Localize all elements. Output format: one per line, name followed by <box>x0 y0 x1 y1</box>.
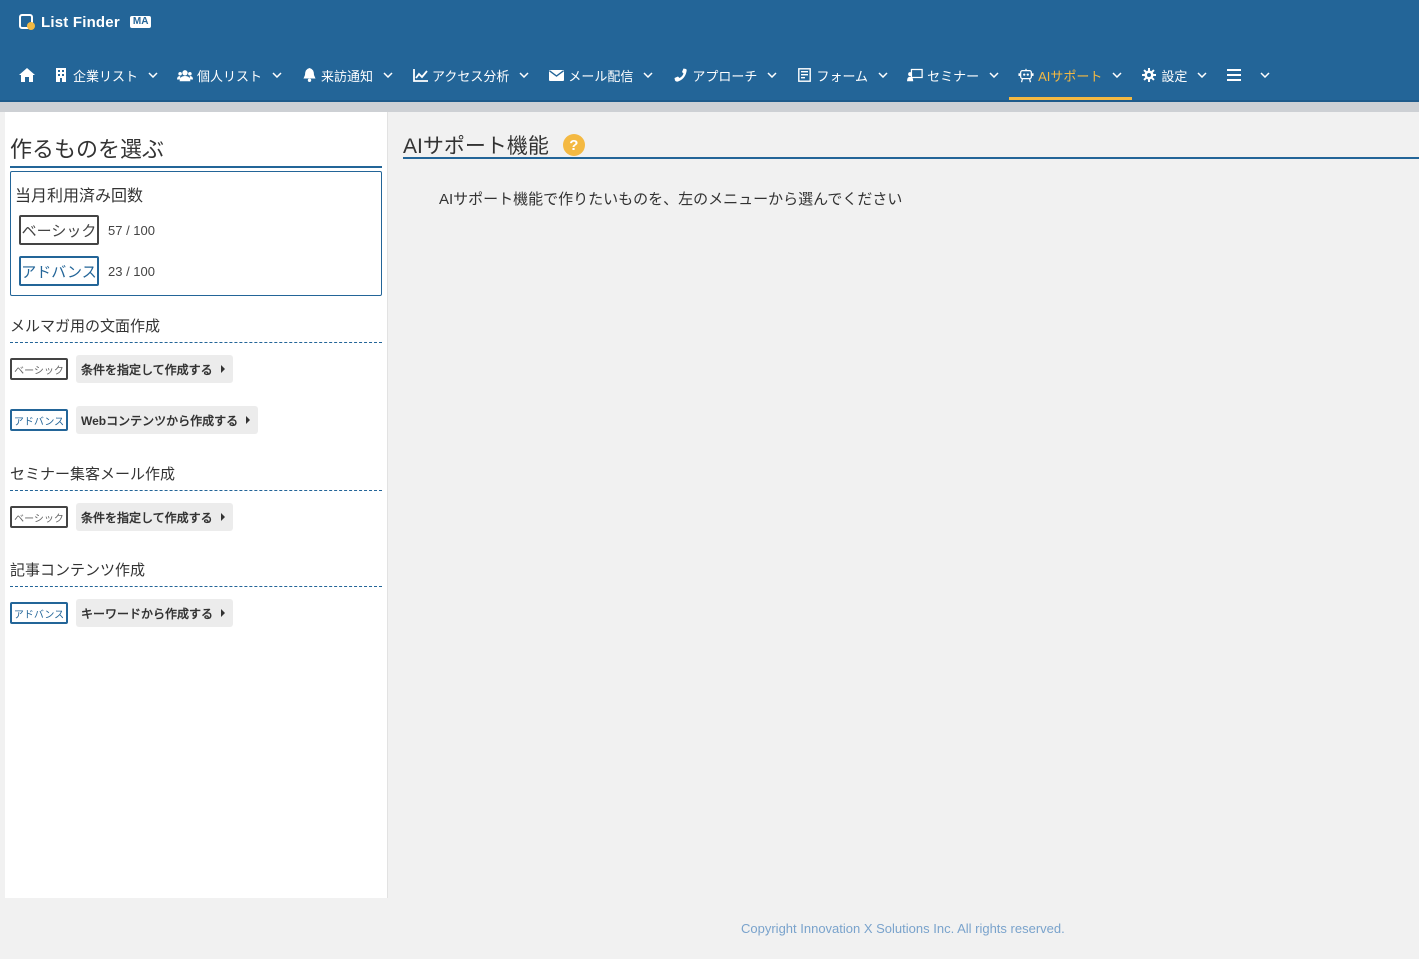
chevron-down-icon <box>643 70 654 81</box>
caret-right-icon <box>246 416 251 424</box>
section-heading-seminar-mail: セミナー集客メール作成 <box>10 463 382 491</box>
action-row: ベーシック 条件を指定して作成する <box>10 355 233 383</box>
envelope-icon <box>548 67 564 83</box>
caret-right-icon <box>221 609 226 617</box>
advance-tag: アドバンス <box>10 409 68 431</box>
chart-line-icon <box>412 67 428 83</box>
presenter-icon <box>907 67 923 83</box>
chevron-down-icon <box>383 70 394 81</box>
hamburger-icon <box>1226 67 1242 83</box>
chevron-down-icon <box>272 70 283 81</box>
create-from-web-content-button[interactable]: Webコンテンツから作成する <box>76 406 259 434</box>
home-icon <box>19 67 35 83</box>
nav-label: アプローチ <box>692 68 758 84</box>
nav-ai-support[interactable]: AIサポート <box>1009 50 1133 100</box>
nav-label: 来訪通知 <box>321 68 374 84</box>
logo-text: List Finder <box>41 13 120 31</box>
bell-icon <box>301 67 317 83</box>
basic-usage-value: 57 / 100 <box>108 223 155 238</box>
nav-person-list[interactable]: 個人リスト <box>168 50 292 100</box>
nav-label: 設定 <box>1161 68 1188 84</box>
nav-settings[interactable]: 設定 <box>1132 50 1217 100</box>
nav-label: 企業リスト <box>73 68 139 84</box>
nav-more-menu[interactable] <box>1217 50 1280 100</box>
logo-icon <box>19 14 35 30</box>
section-heading-newsletter: メルマガ用の文面作成 <box>10 315 382 343</box>
nav-form[interactable]: フォーム <box>787 50 898 100</box>
nav-label: セミナー <box>927 68 980 84</box>
footer-copyright: Copyright Innovation X Solutions Inc. Al… <box>741 921 1065 936</box>
button-label: キーワードから作成する <box>81 606 214 621</box>
page-title-text: AIサポート機能 <box>403 135 549 158</box>
top-header: List Finder MA 企業リスト 個人リスト 来訪通知 アクセス分析 メ… <box>0 0 1419 100</box>
title-underline <box>403 157 1419 159</box>
gear-icon <box>1141 67 1157 83</box>
chevron-down-icon <box>519 70 530 81</box>
left-panel: 作るものを選ぶ 当月利用済み回数 ベーシック 57 / 100 アドバンス 23… <box>5 112 388 898</box>
phone-icon <box>672 67 688 83</box>
usage-box: 当月利用済み回数 ベーシック 57 / 100 アドバンス 23 / 100 <box>10 171 382 296</box>
building-icon <box>53 67 69 83</box>
action-row: アドバンス キーワードから作成する <box>10 599 234 627</box>
action-row: アドバンス Webコンテンツから作成する <box>10 406 259 434</box>
advance-tag: アドバンス <box>19 256 99 286</box>
help-icon[interactable]: ? <box>562 134 585 156</box>
advance-usage-value: 23 / 100 <box>108 264 155 279</box>
nav-home[interactable] <box>10 50 44 100</box>
nav-label: 個人リスト <box>197 68 263 84</box>
chevron-down-icon <box>878 70 889 81</box>
logo-badge: MA <box>129 16 152 28</box>
nav-label: アクセス分析 <box>432 68 510 84</box>
create-from-keyword-button[interactable]: キーワードから作成する <box>76 599 234 627</box>
nav-label: AIサポート <box>1038 68 1103 84</box>
app-logo[interactable]: List Finder MA <box>19 11 152 33</box>
chevron-down-icon <box>1197 70 1208 81</box>
caret-right-icon <box>220 365 225 373</box>
usage-title: 当月利用済み回数 <box>15 188 144 205</box>
chevron-down-icon <box>767 70 778 81</box>
nav-visit-notice[interactable]: 来訪通知 <box>292 50 403 100</box>
caret-right-icon <box>220 513 225 521</box>
button-label: Webコンテンツから作成する <box>81 413 239 428</box>
nav-label: メール配信 <box>568 68 634 84</box>
create-by-conditions-button[interactable]: 条件を指定して作成する <box>76 355 233 383</box>
users-icon <box>177 67 194 83</box>
form-icon <box>796 67 812 83</box>
instruction-message: AIサポート機能で作りたいものを、左のメニューから選んでください <box>439 191 903 208</box>
basic-tag: ベーシック <box>10 506 68 528</box>
chevron-down-icon <box>148 70 159 81</box>
nav-company-list[interactable]: 企業リスト <box>44 50 168 100</box>
chevron-down-icon <box>989 70 1000 81</box>
button-label: 条件を指定して作成する <box>81 510 213 525</box>
chevron-down-icon <box>1260 70 1271 81</box>
button-label: 条件を指定して作成する <box>81 362 213 377</box>
nav-approach[interactable]: アプローチ <box>663 50 787 100</box>
section-heading-article: 記事コンテンツ作成 <box>10 559 382 587</box>
action-row: ベーシック 条件を指定して作成する <box>10 503 233 531</box>
basic-tag: ベーシック <box>19 215 99 245</box>
chevron-down-icon <box>1112 70 1123 81</box>
left-panel-title: 作るものを選ぶ <box>10 132 382 168</box>
basic-tag: ベーシック <box>10 358 68 380</box>
nav-seminar[interactable]: セミナー <box>898 50 1009 100</box>
header-divider <box>0 100 1419 112</box>
nav-label: フォーム <box>816 68 869 84</box>
main-nav: 企業リスト 個人リスト 来訪通知 アクセス分析 メール配信 アプローチ フォーム… <box>10 50 1280 100</box>
create-seminar-by-conditions-button[interactable]: 条件を指定して作成する <box>76 503 233 531</box>
nav-mail-delivery[interactable]: メール配信 <box>539 50 663 100</box>
advance-tag: アドバンス <box>10 602 68 624</box>
page-title: AIサポート機能 ? <box>403 130 585 160</box>
nav-access-analysis[interactable]: アクセス分析 <box>403 50 539 100</box>
robot-icon <box>1018 67 1034 83</box>
